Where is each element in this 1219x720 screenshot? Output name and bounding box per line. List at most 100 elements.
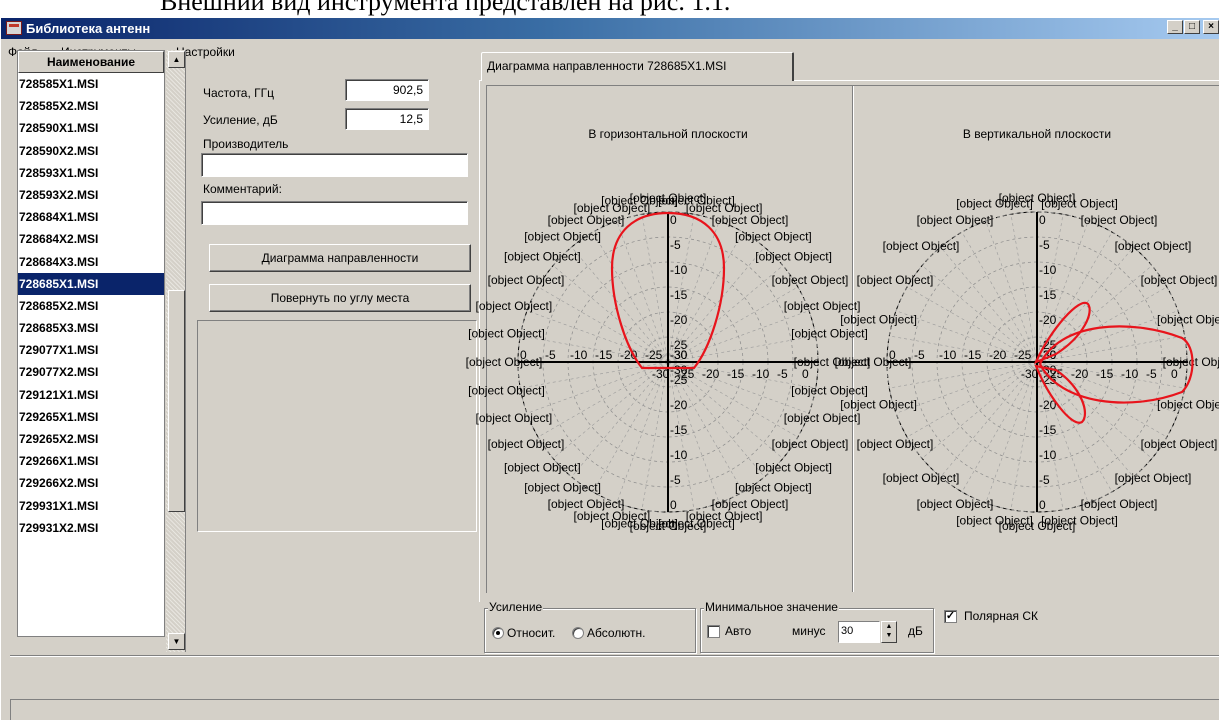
angle-label: [object Object] bbox=[772, 273, 849, 287]
horizontal-polar-plot: 0000-5-5-5-5-10-10-10-10-15-15-15-15-20-… bbox=[466, 191, 871, 533]
angle-label: [object Object] bbox=[504, 250, 581, 264]
polar-checkbox[interactable]: ✓ bbox=[944, 610, 957, 623]
tab-pattern[interactable]: Диаграмма направленности 728685X1.MSI bbox=[481, 52, 794, 81]
db-tick-label: -15 bbox=[1039, 423, 1057, 437]
angle-label: [object Object] bbox=[917, 213, 994, 227]
db-tick-label: -30 bbox=[1021, 367, 1039, 381]
angle-label: [object Object] bbox=[883, 471, 960, 485]
db-tick-label: -20 bbox=[702, 367, 720, 381]
auto-label: Авто bbox=[725, 624, 752, 638]
angle-label: [object Object] bbox=[917, 497, 994, 511]
horizontal-plot-title: В горизонтальной плоскости bbox=[588, 127, 747, 141]
angle-label: [object Object] bbox=[857, 273, 934, 287]
db-tick-label: -5 bbox=[670, 473, 681, 487]
min-value-spinner[interactable]: ▲ ▼ bbox=[881, 621, 897, 643]
angle-label: [object Object] bbox=[488, 437, 565, 451]
angle-label: [object Object] bbox=[1141, 273, 1218, 287]
angle-label: [object Object] bbox=[1157, 397, 1219, 411]
polar-grid-spoke bbox=[895, 361, 1038, 414]
auto-checkbox[interactable] bbox=[707, 625, 720, 638]
db-tick-label: -20 bbox=[670, 313, 688, 327]
db-tick-label: -30 bbox=[670, 363, 688, 377]
polar-grid-spoke bbox=[985, 361, 1038, 504]
angle-label: [object Object] bbox=[1163, 355, 1219, 369]
angle-label: [object Object] bbox=[466, 355, 543, 369]
min-value-group-title: Минимальное значение bbox=[704, 600, 839, 614]
db-tick-label: -25 bbox=[645, 348, 663, 362]
polar-grid-spoke bbox=[592, 231, 669, 363]
angle-label: [object Object] bbox=[755, 460, 832, 474]
angle-label: [object Object] bbox=[712, 213, 789, 227]
angle-label: [object Object] bbox=[956, 197, 1033, 211]
radio-absolute[interactable] bbox=[572, 627, 584, 639]
angle-label: [object Object] bbox=[476, 411, 553, 425]
db-tick-label: -5 bbox=[1039, 473, 1050, 487]
polar-grid-spoke bbox=[906, 361, 1038, 438]
angle-label: [object Object] bbox=[772, 437, 849, 451]
db-tick-label: -15 bbox=[670, 423, 688, 437]
angle-label: [object Object] bbox=[883, 239, 960, 253]
min-value-input[interactable]: 30 bbox=[838, 621, 880, 643]
polar-grid-spoke bbox=[961, 361, 1038, 493]
db-unit-label: дБ bbox=[908, 624, 923, 638]
db-tick-label: -5 bbox=[777, 367, 788, 381]
angle-label: [object Object] bbox=[712, 497, 789, 511]
polar-grid-spoke bbox=[616, 220, 669, 363]
angle-label: [object Object] bbox=[1081, 213, 1158, 227]
db-tick-label: -10 bbox=[939, 348, 957, 362]
db-tick-label: -15 bbox=[1039, 288, 1057, 302]
db-tick-label: -20 bbox=[670, 398, 688, 412]
db-tick-label: -5 bbox=[1146, 367, 1157, 381]
polar-grid-spoke bbox=[985, 220, 1038, 363]
polar-grid-spoke bbox=[1036, 286, 1168, 363]
angle-label: [object Object] bbox=[735, 481, 812, 495]
angle-label: [object Object] bbox=[1157, 313, 1219, 327]
polar-grid-spoke bbox=[667, 286, 799, 363]
db-tick-label: -5 bbox=[670, 238, 681, 252]
db-tick-label: -25 bbox=[1014, 348, 1032, 362]
db-tick-label: -15 bbox=[1096, 367, 1114, 381]
polar-grid-spoke bbox=[961, 231, 1038, 363]
angle-label: [object Object] bbox=[1041, 513, 1118, 527]
angle-label: [object Object] bbox=[1115, 239, 1192, 253]
angle-label: [object Object] bbox=[548, 213, 625, 227]
gain-group: Усиление Относит. Абсолютн. bbox=[484, 600, 696, 653]
db-tick-label: 0 bbox=[1039, 498, 1046, 512]
db-tick-label: -10 bbox=[670, 448, 688, 462]
angle-label: [object Object] bbox=[524, 229, 601, 243]
angle-label: [object Object] bbox=[755, 250, 832, 264]
polar-grid-spoke bbox=[537, 361, 669, 438]
polar-grid-spoke bbox=[667, 310, 810, 363]
angle-label: [object Object] bbox=[1081, 497, 1158, 511]
db-tick-label: -30 bbox=[670, 348, 688, 362]
radio-absolute-label: Абсолютн. bbox=[587, 626, 646, 640]
db-tick-label: 0 bbox=[1171, 367, 1178, 381]
angle-label: [object Object] bbox=[658, 193, 735, 207]
angle-label: [object Object] bbox=[840, 313, 917, 327]
radio-relative[interactable] bbox=[492, 627, 504, 639]
gain-group-title: Усиление bbox=[488, 600, 544, 614]
db-tick-label: -10 bbox=[1121, 367, 1139, 381]
db-tick-label: -10 bbox=[1039, 448, 1057, 462]
db-tick-label: -5 bbox=[545, 348, 556, 362]
polar-grid-spoke bbox=[616, 361, 669, 504]
angle-label: [object Object] bbox=[488, 273, 565, 287]
db-tick-label: 0 bbox=[670, 213, 677, 227]
db-tick-label: 0 bbox=[802, 367, 809, 381]
angle-label: [object Object] bbox=[1141, 437, 1218, 451]
angle-label: [object Object] bbox=[504, 460, 581, 474]
db-tick-label: -15 bbox=[595, 348, 613, 362]
angle-label: [object Object] bbox=[686, 509, 763, 523]
vertical-polar-plot: 0000-5-5-5-5-10-10-10-10-15-15-15-15-20-… bbox=[835, 191, 1219, 533]
polar-grid-spoke bbox=[526, 361, 669, 414]
db-tick-label: -20 bbox=[1039, 313, 1057, 327]
angle-label: [object Object] bbox=[857, 437, 934, 451]
radio-relative-label: Относит. bbox=[507, 626, 556, 640]
bottom-divider bbox=[10, 655, 1219, 657]
angle-label: [object Object] bbox=[791, 383, 868, 397]
status-bar bbox=[10, 699, 1219, 720]
db-tick-label: -15 bbox=[727, 367, 745, 381]
angle-label: [object Object] bbox=[835, 355, 912, 369]
db-tick-label: -5 bbox=[914, 348, 925, 362]
angle-label: [object Object] bbox=[784, 411, 861, 425]
